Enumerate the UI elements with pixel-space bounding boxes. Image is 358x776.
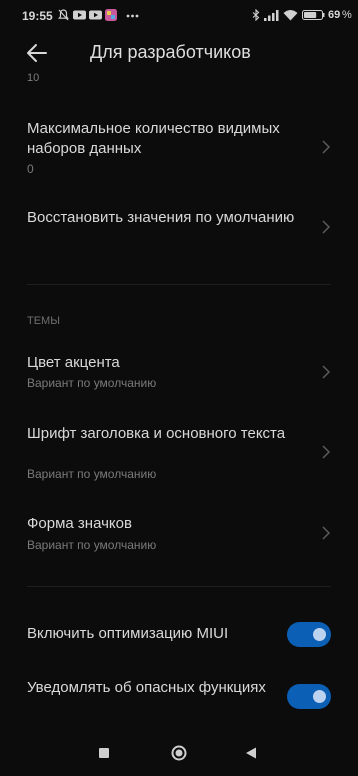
status-time: 19:55 <box>22 9 53 23</box>
chevron-right-icon <box>322 140 331 154</box>
chevron-right-icon <box>322 365 331 379</box>
youtube-icon <box>73 10 86 20</box>
app-bar: Для разработчиков <box>0 32 358 72</box>
chevron-right-icon <box>322 526 331 540</box>
arrow-left-icon[interactable] <box>26 42 48 64</box>
divider <box>27 284 331 285</box>
row-subtitle: Вариант по умолчанию <box>27 376 157 390</box>
setting-restore-defaults[interactable]: Восстановить значения по умолчанию <box>0 198 358 268</box>
percent-sign: % <box>342 9 352 21</box>
page-title: Для разработчиков <box>90 42 251 62</box>
row-title: Включить оптимизацию MIUI <box>27 625 229 642</box>
setting-miui-optimization: Включить оптимизацию MIUI <box>0 614 358 656</box>
row-value: 0 <box>27 162 34 176</box>
home-icon[interactable] <box>171 745 187 761</box>
row-title: Цвет акцента <box>27 354 120 371</box>
app-icon <box>105 9 117 21</box>
chevron-right-icon <box>322 445 331 459</box>
setting-header-body-font[interactable]: Шрифт заголовка и основного текста Вариа… <box>0 416 358 490</box>
navigation-bar <box>0 730 358 776</box>
back-triangle-icon[interactable] <box>245 747 257 759</box>
row-title: Восстановить значения по умолчанию <box>27 209 295 226</box>
status-bar: 19:55 69 % <box>0 0 358 32</box>
toggle-knob <box>313 628 326 641</box>
row-subtitle: Вариант по умолчанию <box>27 538 157 552</box>
wifi-icon <box>283 10 298 21</box>
clipped-setting-value: 10 <box>27 72 40 84</box>
row-title: Уведомлять об опасных функциях <box>27 679 266 696</box>
setting-accent-color[interactable]: Цвет акцента Вариант по умолчанию <box>0 345 358 401</box>
miui-optimization-toggle[interactable] <box>287 622 331 647</box>
setting-max-visible-data-sets[interactable]: Максимальное количество видимых наборов … <box>0 110 358 186</box>
section-header-themes: ТЕМЫ <box>27 315 60 327</box>
row-subtitle: Вариант по умолчанию <box>27 467 157 481</box>
divider <box>27 586 331 587</box>
bluetooth-icon <box>252 9 260 21</box>
row-title: Максимальное количество видимых наборов … <box>27 120 280 157</box>
row-title: Шрифт заголовка и основного текста <box>27 425 286 442</box>
row-title: Форма значков <box>27 515 132 532</box>
toggle-knob <box>313 690 326 703</box>
more-dots-icon <box>126 14 139 18</box>
signal-icon <box>264 10 279 21</box>
chevron-right-icon <box>322 220 331 234</box>
setting-icon-shape[interactable]: Форма значков Вариант по умолчанию <box>0 506 358 562</box>
youtube-icon <box>89 10 102 20</box>
dangerous-functions-toggle[interactable] <box>287 684 331 709</box>
battery-icon <box>302 10 325 20</box>
battery-level: 69 <box>328 9 341 21</box>
recents-icon[interactable] <box>98 747 110 759</box>
setting-notify-dangerous-functions: Уведомлять об опасных функциях <box>0 672 358 722</box>
notifications-muted-icon <box>58 9 69 21</box>
